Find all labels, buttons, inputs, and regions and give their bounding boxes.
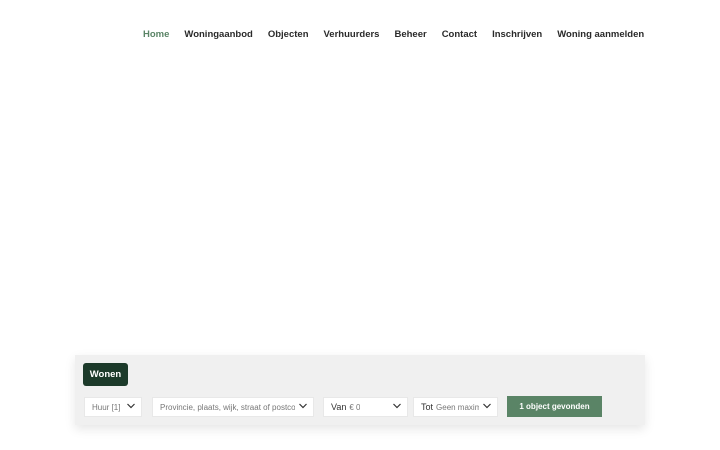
results-button[interactable]: 1 object gevonden [507, 396, 602, 417]
nav-item-objecten[interactable]: Objecten [268, 29, 309, 40]
chevron-down-icon [393, 403, 401, 409]
price-from-select[interactable]: Van € 0 [323, 397, 408, 417]
price-to-label: Tot [421, 402, 434, 412]
chevron-down-icon [127, 403, 135, 409]
price-from-label: Van [331, 402, 347, 412]
nav-item-home[interactable]: Home [143, 29, 169, 40]
nav-item-inschrijven[interactable]: Inschrijven [492, 29, 542, 40]
nav-item-verhuurders[interactable]: Verhuurders [324, 29, 380, 40]
price-from-value: € 0 [349, 402, 361, 412]
nav-item-contact[interactable]: Contact [442, 29, 477, 40]
nav-item-woning-aanmelden[interactable]: Woning aanmelden [557, 29, 644, 40]
price-to-select[interactable]: Tot Geen maximum [413, 397, 498, 417]
chevron-down-icon [483, 403, 491, 409]
tab-wonen[interactable]: Wonen [83, 363, 128, 386]
chevron-down-icon [299, 403, 307, 409]
nav-item-woningaanbod[interactable]: Woningaanbod [184, 29, 252, 40]
main-navigation: Home Woningaanbod Objecten Verhuurders B… [143, 26, 644, 42]
price-to-value: Geen maximum [436, 402, 479, 412]
listing-type-value: Huur [1] [92, 402, 121, 412]
search-panel: Wonen Huur [1] Provincie, plaats, wijk, … [75, 355, 645, 425]
listing-type-select[interactable]: Huur [1] [84, 397, 142, 417]
location-input[interactable]: Provincie, plaats, wijk, straat of postc… [152, 397, 314, 417]
nav-item-beheer[interactable]: Beheer [394, 29, 426, 40]
location-placeholder: Provincie, plaats, wijk, straat of postc… [160, 402, 295, 412]
